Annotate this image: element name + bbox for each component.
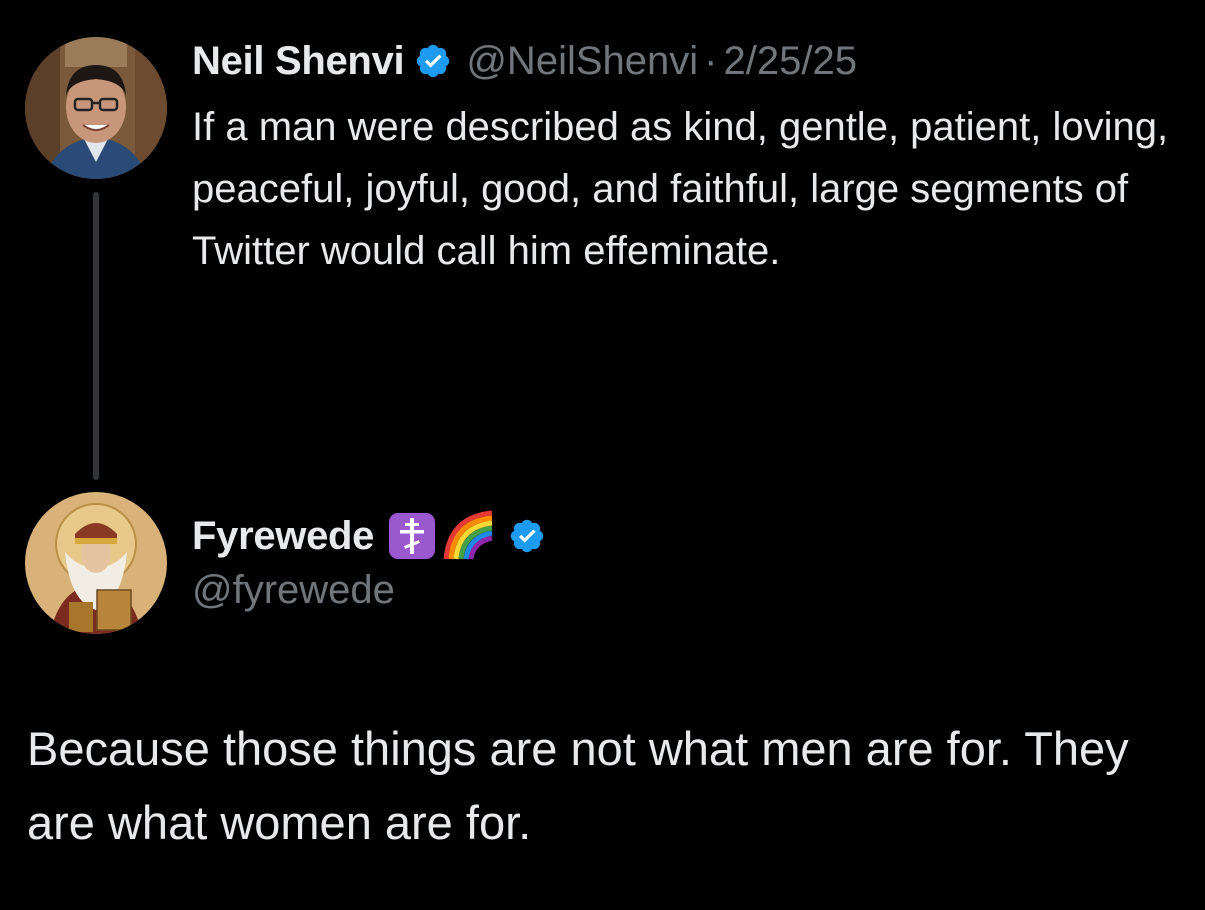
rainbow-emoji-icon <box>442 509 496 563</box>
separator-dot: · <box>704 38 718 83</box>
author-handle[interactable]: @NeilShenvi <box>466 39 698 84</box>
fyrewede-avatar[interactable] <box>25 492 167 634</box>
reply-tweet-header: Fyrewede <box>192 510 546 562</box>
thread-connector-line <box>93 192 99 480</box>
reply-author-display-name[interactable]: Fyrewede <box>192 514 374 559</box>
verified-badge-icon <box>414 42 452 80</box>
orthodox-cross-emoji-icon <box>388 512 436 560</box>
neil-shenvi-avatar[interactable] <box>25 37 167 179</box>
verified-badge-icon <box>508 517 546 555</box>
author-display-name[interactable]: Neil Shenvi <box>192 39 405 84</box>
tweet-date[interactable]: 2/25/25 <box>723 39 856 84</box>
reply-tweet-text: Because those things are not what men ar… <box>27 722 1129 849</box>
original-tweet-header: Neil Shenvi @NeilShenvi · 2/25/25 <box>192 36 857 86</box>
original-tweet-text: If a man were described as kind, gentle,… <box>192 105 1169 273</box>
reply-author-handle[interactable]: @fyrewede <box>192 568 395 613</box>
